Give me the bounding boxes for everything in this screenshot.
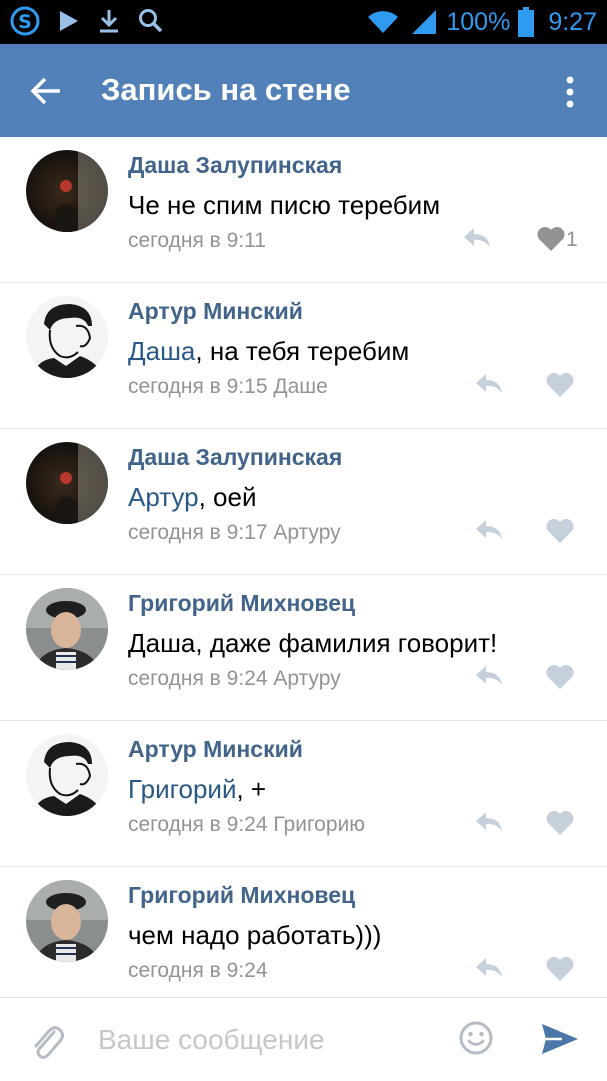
avatar[interactable] [26,442,108,524]
comment-text: Григорий, + [128,774,266,805]
avatar[interactable] [26,150,108,232]
comment-meta: сегодня в 9:24 Григорию [128,813,365,836]
reply-icon[interactable] [474,517,504,541]
heart-icon[interactable] [545,518,575,544]
message-composer [0,997,607,1081]
page-title: Запись на стене [101,72,351,107]
reply-icon[interactable] [474,955,504,979]
comment-text: Даша, на тебя теребим [128,336,409,367]
comment-text-body: , на тебя теребим [195,336,410,366]
message-input[interactable] [96,1016,440,1064]
signal-icon [412,10,437,34]
battery-icon [518,7,535,37]
reply-icon[interactable] [462,225,492,249]
comments-list: Даша Залупинская Че не спим писю теребим… [0,137,607,1013]
svg-text:S: S [18,11,32,33]
like-count: 1 [566,228,578,251]
comment-text-body: , + [236,774,267,804]
comment-text: Артур, оей [128,482,257,513]
smile-icon[interactable] [458,1020,494,1056]
comment-meta: сегодня в 9:17 Артуру [128,521,341,544]
avatar[interactable] [26,880,108,962]
mention-link[interactable]: Артур [128,482,199,512]
comment-item: Даша Залупинская Че не спим писю теребим… [0,137,607,283]
comment-item: Артур Минский Даша, на тебя теребим сего… [0,283,607,429]
comment-author[interactable]: Григорий Михновец [128,590,355,617]
battery-percent: 100% [446,7,511,36]
s-app-icon: S [10,6,40,36]
comment-item: Григорий Михновец чем надо работать))) с… [0,867,607,1013]
reply-icon[interactable] [474,809,504,833]
status-bar: S 100% 9:27 [0,0,607,44]
comment-text-body: , оей [198,482,257,512]
heart-icon[interactable] [545,956,575,982]
comment-meta: сегодня в 9:24 [128,959,268,982]
more-vertical-icon[interactable] [558,74,582,110]
app-header: Запись на стене [0,44,607,137]
comment-meta: сегодня в 9:15 Даше [128,375,328,398]
wifi-icon [368,11,399,33]
comment-author[interactable]: Даша Залупинская [128,152,342,179]
avatar[interactable] [26,588,108,670]
avatar[interactable] [26,734,108,816]
paperclip-icon[interactable] [30,1022,64,1060]
comment-item: Даша Залупинская Артур, оей сегодня в 9:… [0,429,607,575]
comment-author[interactable]: Даша Залупинская [128,444,342,471]
mention-link[interactable]: Даша [128,336,195,366]
reply-icon[interactable] [474,371,504,395]
play-icon [60,11,78,31]
comment-author[interactable]: Григорий Михновец [128,882,355,909]
mention-link[interactable]: Григорий [128,774,236,804]
comment-item: Артур Минский Григорий, + сегодня в 9:24… [0,721,607,867]
heart-icon[interactable] [536,226,566,252]
comment-text: чем надо работать))) [128,920,382,950]
clock: 9:27 [548,7,597,36]
comment-author[interactable]: Артур Минский [128,736,303,763]
comment-text: Че не спим писю теребим [128,190,441,220]
reply-icon[interactable] [474,663,504,687]
heart-icon[interactable] [545,810,575,836]
heart-icon[interactable] [545,372,575,398]
comment-item: Григорий Михновец Даша, даже фамилия гов… [0,575,607,721]
heart-icon[interactable] [545,664,575,690]
download-icon [100,10,118,33]
avatar[interactable] [26,296,108,378]
comment-author[interactable]: Артур Минский [128,298,303,325]
comment-text: Даша, даже фамилия говорит! [128,628,498,658]
arrow-left-icon[interactable] [28,72,66,110]
comment-meta: сегодня в 9:11 [128,229,266,252]
search-icon [139,9,163,33]
comment-meta: сегодня в 9:24 Артуру [128,667,341,690]
send-icon[interactable] [540,1022,580,1056]
